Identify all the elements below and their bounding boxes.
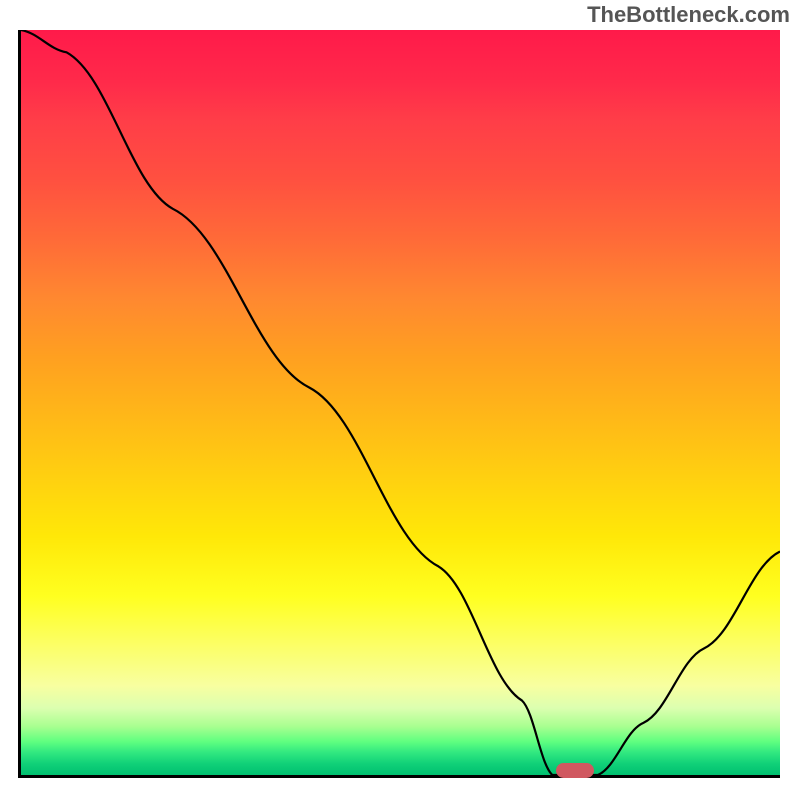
optimal-marker	[556, 763, 594, 778]
plot-area	[18, 30, 780, 778]
bottleneck-curve	[21, 30, 780, 775]
watermark-text: TheBottleneck.com	[587, 2, 790, 28]
chart-container: TheBottleneck.com	[0, 0, 800, 800]
